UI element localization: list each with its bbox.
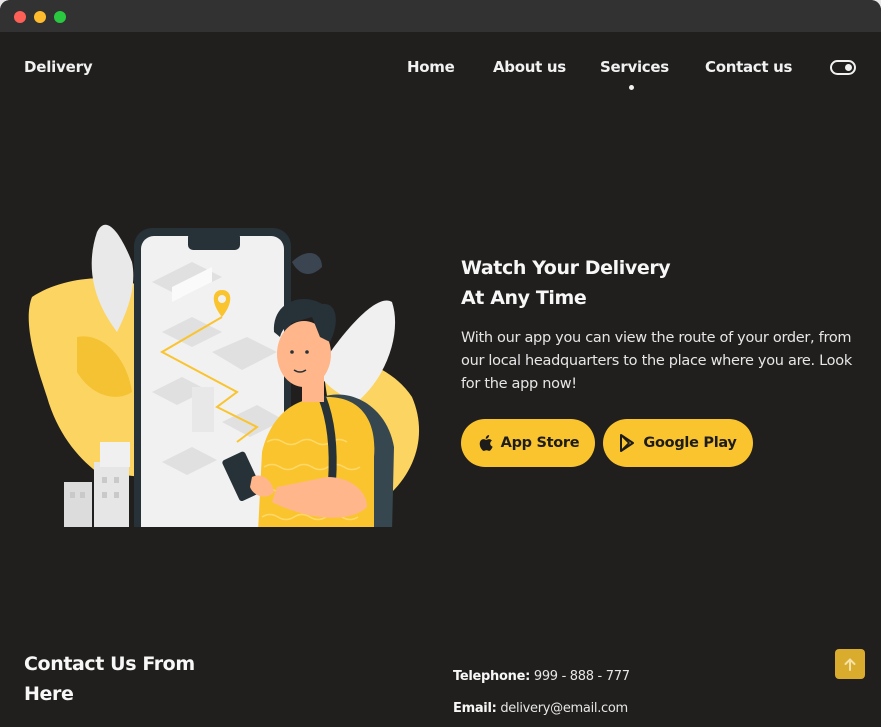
close-window-button[interactable] [14, 11, 26, 23]
nav-about-us[interactable]: About us [493, 58, 566, 76]
delivery-illustration [28, 224, 420, 527]
contact-title-line2: Here [24, 683, 74, 705]
google-play-label: Google Play [643, 435, 737, 451]
telephone-label: Telephone: [453, 669, 530, 684]
hero-title-line2: At Any Time [461, 287, 587, 309]
apple-icon [479, 435, 493, 451]
window-titlebar [0, 0, 881, 32]
arrow-up-icon [844, 657, 856, 671]
app-store-label: App Store [500, 435, 580, 451]
nav-services[interactable]: Services [600, 58, 669, 76]
email-label: Email: [453, 701, 497, 716]
maximize-window-button[interactable] [54, 11, 66, 23]
contact-title-line1: Contact Us From [24, 653, 195, 675]
contact-telephone: Telephone: 999 - 888 - 777 [453, 669, 630, 684]
app-store-button[interactable]: App Store [461, 419, 595, 467]
contact-title: Contact Us From Here [24, 649, 224, 709]
hero-description: With our app you can view the route of y… [461, 330, 852, 392]
site-logo[interactable]: Delivery [24, 58, 93, 76]
toggle-knob [845, 64, 852, 71]
telephone-value[interactable]: 999 - 888 - 777 [534, 669, 630, 684]
browser-window: Delivery Home About us Services Contact … [0, 0, 881, 727]
email-value[interactable]: delivery@email.com [500, 701, 628, 716]
contact-email: Email: delivery@email.com [453, 701, 628, 716]
nav-home[interactable]: Home [407, 58, 455, 76]
nav-active-indicator [629, 85, 634, 90]
minimize-window-button[interactable] [34, 11, 46, 23]
google-play-button[interactable]: Google Play [603, 419, 753, 467]
theme-toggle-icon[interactable] [830, 60, 856, 75]
google-play-icon [620, 434, 635, 452]
hero-title: Watch Your Delivery At Any Time [461, 253, 721, 313]
scroll-top-button[interactable] [835, 649, 865, 679]
hero-title-line1: Watch Your Delivery [461, 257, 671, 279]
page: Delivery Home About us Services Contact … [0, 32, 881, 727]
nav-contact-us[interactable]: Contact us [705, 58, 792, 76]
